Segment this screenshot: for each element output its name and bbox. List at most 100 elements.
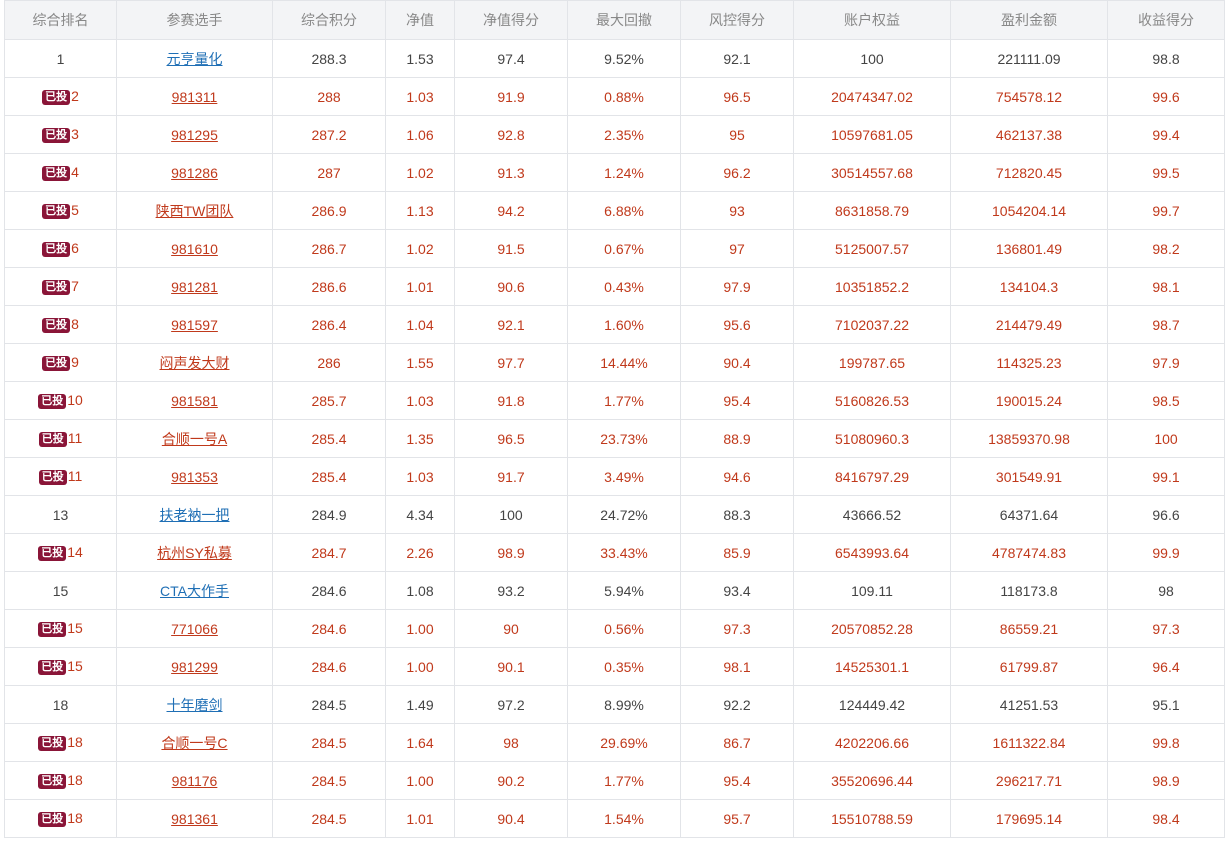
nav-cell: 1.13 bbox=[385, 191, 455, 230]
table-row: 已投 14 杭州SY私募 284.7 2.26 98.9 33.43% 85.9 6543993… bbox=[4, 533, 1225, 572]
risk-score-cell: 85.9 bbox=[680, 533, 794, 572]
column-header-return-score[interactable]: 收益得分 bbox=[1107, 0, 1225, 40]
column-header-max-drawdown[interactable]: 最大回撤 bbox=[567, 0, 681, 40]
profit-cell: 118173.8 bbox=[950, 571, 1108, 610]
total-score-cell: 284.5 bbox=[272, 799, 386, 838]
equity-cell: 199787.65 bbox=[793, 343, 951, 382]
nav-cell: 1.35 bbox=[385, 419, 455, 458]
nav-score-cell: 90.2 bbox=[454, 761, 568, 800]
profit-cell: 1054204.14 bbox=[950, 191, 1108, 230]
player-cell: 981361 bbox=[116, 799, 273, 838]
column-header-profit[interactable]: 盈利金额 bbox=[950, 0, 1108, 40]
equity-cell: 8416797.29 bbox=[793, 457, 951, 496]
player-cell: 981597 bbox=[116, 305, 273, 344]
total-score-cell: 284.9 bbox=[272, 495, 386, 534]
column-header-total-score[interactable]: 综合积分 bbox=[272, 0, 386, 40]
player-name-link[interactable]: 981597 bbox=[171, 317, 218, 333]
rank-value: 8 bbox=[71, 316, 79, 332]
player-name-link[interactable]: 981176 bbox=[172, 773, 218, 789]
rank-value: 3 bbox=[71, 126, 79, 142]
equity-cell: 15510788.59 bbox=[793, 799, 951, 838]
nav-score-cell: 92.8 bbox=[454, 115, 568, 154]
player-cell: 981295 bbox=[116, 115, 273, 154]
rank-value: 18 bbox=[67, 772, 83, 788]
return-score-cell: 99.4 bbox=[1107, 115, 1225, 154]
invested-badge: 已投 bbox=[42, 204, 71, 219]
player-cell: 981581 bbox=[116, 381, 273, 420]
profit-cell: 301549.91 bbox=[950, 457, 1108, 496]
nav-score-cell: 91.7 bbox=[454, 457, 568, 496]
total-score-cell: 284.7 bbox=[272, 533, 386, 572]
table-row: 已投 11 合顺一号A 285.4 1.35 96.5 23.73% 88.9 51080960… bbox=[4, 419, 1225, 458]
player-name-link[interactable]: 闷声发大财 bbox=[160, 355, 230, 371]
player-name-link[interactable]: 981286 bbox=[171, 165, 218, 181]
rank-value: 18 bbox=[67, 734, 83, 750]
risk-score-cell: 90.4 bbox=[680, 343, 794, 382]
player-name-link[interactable]: 十年磨剑 bbox=[167, 697, 223, 713]
invested-badge: 已投 bbox=[42, 90, 71, 105]
equity-cell: 5160826.53 bbox=[793, 381, 951, 420]
equity-cell: 100 bbox=[793, 39, 951, 78]
return-score-cell: 98.4 bbox=[1107, 799, 1225, 838]
rank-cell: 已投 10 bbox=[4, 381, 117, 420]
profit-cell: 754578.12 bbox=[950, 77, 1108, 116]
player-name-link[interactable]: 981311 bbox=[172, 89, 218, 105]
risk-score-cell: 98.1 bbox=[680, 647, 794, 686]
nav-score-cell: 100 bbox=[454, 495, 568, 534]
rank-cell: 13 bbox=[4, 495, 117, 534]
total-score-cell: 287 bbox=[272, 153, 386, 192]
max-drawdown-cell: 1.24% bbox=[567, 153, 681, 192]
player-name-link[interactable]: 981295 bbox=[171, 127, 218, 143]
max-drawdown-cell: 1.60% bbox=[567, 305, 681, 344]
player-name-link[interactable]: 杭州SY私募 bbox=[157, 545, 232, 561]
player-name-link[interactable]: 981353 bbox=[171, 469, 218, 485]
max-drawdown-cell: 8.99% bbox=[567, 685, 681, 724]
nav-cell: 1.06 bbox=[385, 115, 455, 154]
total-score-cell: 285.7 bbox=[272, 381, 386, 420]
player-name-link[interactable]: CTA大作手 bbox=[160, 583, 229, 599]
player-name-link[interactable]: 981299 bbox=[171, 659, 218, 675]
nav-cell: 1.00 bbox=[385, 761, 455, 800]
rank-value: 9 bbox=[71, 354, 79, 370]
player-cell: 杭州SY私募 bbox=[116, 533, 273, 572]
player-name-link[interactable]: 元亨量化 bbox=[167, 51, 223, 67]
nav-cell: 2.26 bbox=[385, 533, 455, 572]
rank-cell: 已投 8 bbox=[4, 305, 117, 344]
player-name-link[interactable]: 771066 bbox=[171, 621, 218, 637]
column-header-equity[interactable]: 账户权益 bbox=[793, 0, 951, 40]
risk-score-cell: 94.6 bbox=[680, 457, 794, 496]
max-drawdown-cell: 6.88% bbox=[567, 191, 681, 230]
risk-score-cell: 97.3 bbox=[680, 609, 794, 648]
column-header-rank[interactable]: 综合排名 bbox=[4, 0, 117, 40]
rank-value: 18 bbox=[52, 696, 69, 713]
player-cell: 陕西TW团队 bbox=[116, 191, 273, 230]
rank-cell: 已投 7 bbox=[4, 267, 117, 306]
rank-value: 6 bbox=[71, 240, 79, 256]
rank-value: 15 bbox=[67, 658, 83, 674]
rank-cell: 已投 6 bbox=[4, 229, 117, 268]
player-name-link[interactable]: 合顺一号C bbox=[161, 735, 227, 751]
player-name-link[interactable]: 扶老衲一把 bbox=[160, 507, 230, 523]
player-name-link[interactable]: 981361 bbox=[171, 811, 218, 827]
return-score-cell: 96.6 bbox=[1107, 495, 1225, 534]
column-header-player[interactable]: 参赛选手 bbox=[116, 0, 273, 40]
invested-badge: 已投 bbox=[42, 356, 71, 371]
column-header-risk-score[interactable]: 风控得分 bbox=[680, 0, 794, 40]
player-name-link[interactable]: 981610 bbox=[171, 241, 218, 257]
player-cell: 十年磨剑 bbox=[116, 685, 273, 724]
table-row: 已投 15 981299 284.6 1.00 90.1 0.35% 98.1 14525301… bbox=[4, 647, 1225, 686]
player-cell: 扶老衲一把 bbox=[116, 495, 273, 534]
column-header-nav[interactable]: 净值 bbox=[385, 0, 455, 40]
column-header-nav-score[interactable]: 净值得分 bbox=[454, 0, 568, 40]
player-name-link[interactable]: 981581 bbox=[171, 393, 218, 409]
max-drawdown-cell: 0.88% bbox=[567, 77, 681, 116]
nav-cell: 1.01 bbox=[385, 799, 455, 838]
player-name-link[interactable]: 陕西TW团队 bbox=[156, 203, 234, 219]
invested-badge: 已投 bbox=[38, 622, 67, 637]
profit-cell: 1611322.84 bbox=[950, 723, 1108, 762]
player-name-link[interactable]: 合顺一号A bbox=[162, 431, 227, 447]
table-row: 已投 15 771066 284.6 1.00 90 0.56% 97.3 20570852.2… bbox=[4, 609, 1225, 648]
profit-cell: 86559.21 bbox=[950, 609, 1108, 648]
nav-cell: 1.00 bbox=[385, 647, 455, 686]
player-name-link[interactable]: 981281 bbox=[171, 279, 218, 295]
